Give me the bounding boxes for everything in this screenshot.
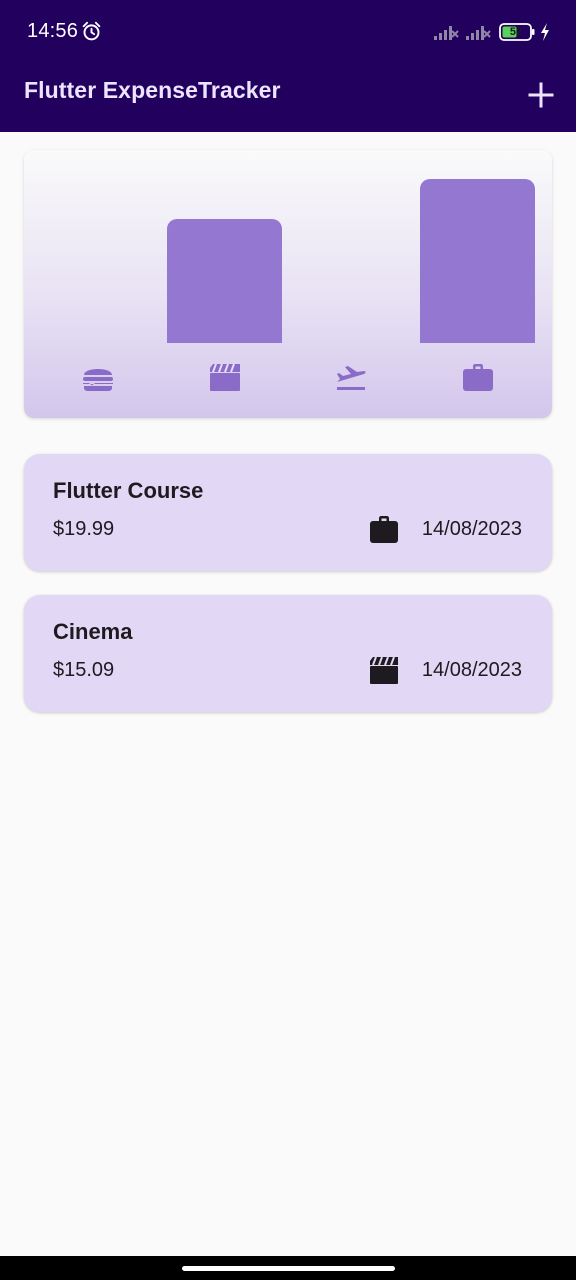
briefcase-icon	[370, 516, 398, 543]
alarm-icon	[82, 21, 101, 41]
app-title: Flutter ExpenseTracker	[24, 77, 281, 103]
app-root: 14:56 52 Flutter ExpenseTracker Flutter …	[0, 0, 576, 1280]
app-bar: Flutter ExpenseTracker	[0, 64, 576, 132]
charging-bolt-icon	[541, 23, 549, 41]
expense-card[interactable]: Flutter Course $19.99 14/08/2023	[24, 454, 552, 571]
battery-level: 52	[509, 26, 523, 38]
add-expense-button[interactable]	[518, 72, 564, 118]
system-navigation-bar	[0, 1256, 576, 1280]
status-bar: 14:56 52	[0, 0, 576, 64]
clapperboard-icon	[210, 363, 240, 391]
expense-amount: $19.99	[53, 518, 115, 540]
briefcase-icon	[463, 364, 493, 391]
status-time: 14:56	[27, 20, 79, 42]
expense-amount: $15.09	[53, 659, 115, 681]
burger-icon	[83, 369, 113, 391]
expense-date: 14/08/2023	[421, 659, 522, 681]
expense-title: Flutter Course	[53, 478, 204, 503]
clapperboard-icon	[370, 656, 398, 684]
chart-bar-leisure	[167, 219, 282, 343]
plus-icon	[528, 82, 554, 108]
expense-date: 14/08/2023	[421, 518, 522, 540]
expense-card[interactable]: Cinema $15.09 14/08/2023	[24, 595, 552, 712]
home-indicator[interactable]	[182, 1266, 395, 1271]
chart-bar-work	[420, 179, 535, 343]
expense-chart	[24, 150, 552, 418]
signal-icon	[466, 26, 491, 40]
signal-icon	[434, 26, 459, 40]
flight-takeoff-icon	[337, 366, 366, 390]
expense-title: Cinema	[53, 619, 133, 644]
